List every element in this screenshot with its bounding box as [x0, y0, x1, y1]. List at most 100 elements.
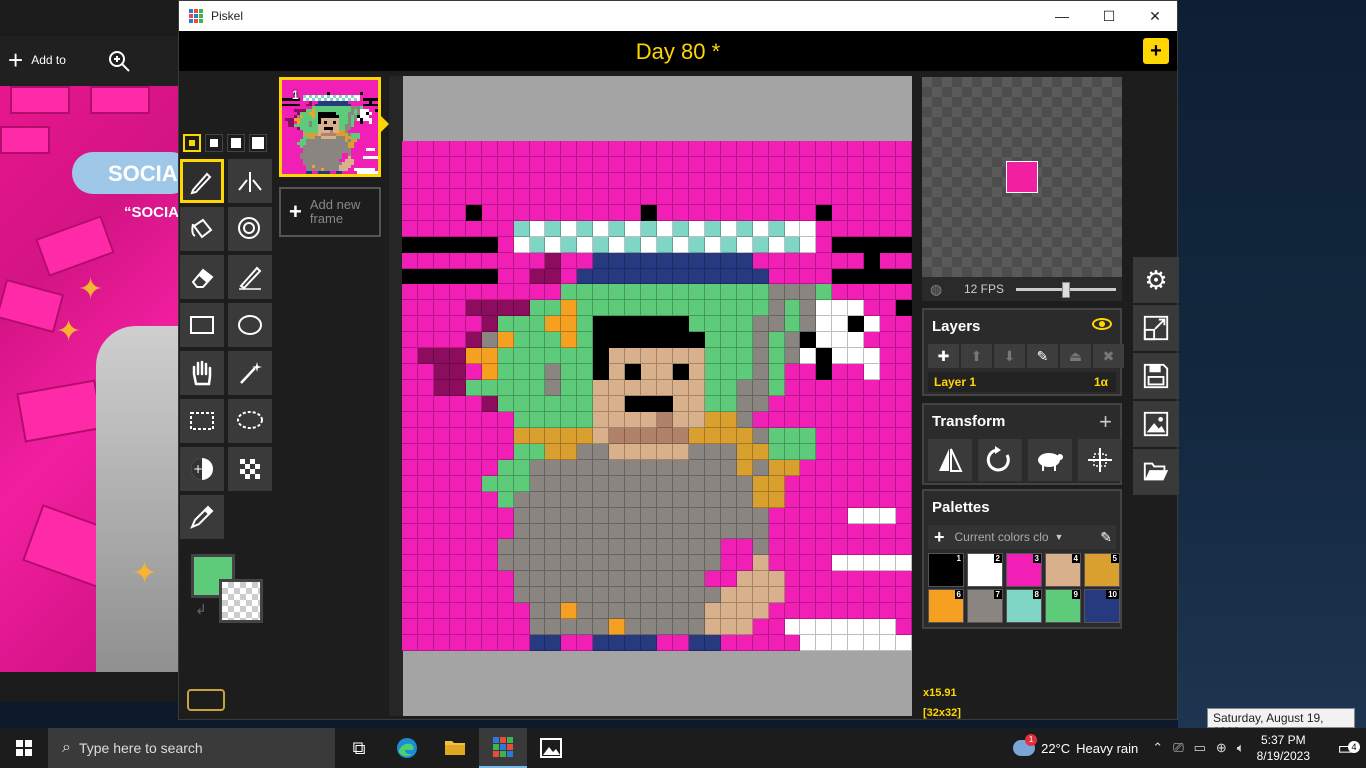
- swap-colors-icon[interactable]: ↲: [195, 601, 207, 618]
- frame-thumbnail[interactable]: 1: [279, 77, 381, 177]
- volume-icon[interactable]: 🔈︎: [1237, 740, 1245, 756]
- palette-swatch[interactable]: 7: [967, 589, 1003, 623]
- palette-swatch[interactable]: 8: [1006, 589, 1042, 623]
- lighten-tool[interactable]: +: [180, 447, 224, 491]
- center-button[interactable]: [1078, 439, 1122, 481]
- folder-open-icon: [1143, 462, 1169, 481]
- start-button[interactable]: [0, 728, 48, 768]
- edge-button[interactable]: [383, 728, 431, 768]
- pen-size-3[interactable]: [227, 134, 245, 152]
- battery-icon[interactable]: ▭: [1194, 740, 1206, 756]
- palette-swatch[interactable]: 6: [928, 589, 964, 623]
- palette-swatch[interactable]: 4: [1045, 553, 1081, 587]
- pen-size-1[interactable]: [183, 134, 201, 152]
- network-icon[interactable]: ⊕: [1216, 740, 1227, 756]
- rectangle-tool[interactable]: [180, 303, 224, 347]
- edit-palette-icon[interactable]: ✎: [1100, 529, 1112, 546]
- rename-layer-button[interactable]: ✎: [1027, 344, 1058, 368]
- fps-slider[interactable]: [1016, 282, 1116, 298]
- eye-icon[interactable]: [1092, 318, 1112, 330]
- stroke-tool[interactable]: [228, 255, 272, 299]
- animation-preview[interactable]: ◍ 12 FPS: [922, 77, 1122, 301]
- palette-swatch[interactable]: 1: [928, 553, 964, 587]
- move-tool[interactable]: [180, 351, 224, 395]
- minimize-button[interactable]: —: [1039, 1, 1085, 31]
- pixel-canvas[interactable]: [402, 141, 912, 651]
- merge-layer-button[interactable]: ⏏: [1060, 344, 1091, 368]
- palette-swatch[interactable]: 5: [1084, 553, 1120, 587]
- pen-tool[interactable]: [180, 159, 224, 203]
- fps-slider-knob[interactable]: [1062, 282, 1070, 298]
- palette-swatch-number: 8: [1032, 590, 1041, 599]
- palette-selector[interactable]: + Current colors clo ▼ ✎: [928, 525, 1116, 549]
- notifications-button[interactable]: ▭ 4: [1326, 738, 1366, 759]
- settings-button[interactable]: ⚙: [1133, 257, 1179, 303]
- taskbar-search[interactable]: ⌕ Type here to search: [48, 728, 335, 768]
- file-explorer-button[interactable]: [431, 728, 479, 768]
- document-title[interactable]: Day 80 *: [179, 39, 1177, 65]
- flip-button[interactable]: [928, 439, 972, 481]
- maximize-button[interactable]: ☐: [1086, 1, 1132, 31]
- chevron-up-icon[interactable]: ⌃: [1152, 740, 1163, 756]
- palette-swatch-number: 5: [1110, 554, 1119, 563]
- palette-swatch-number: 3: [1032, 554, 1041, 563]
- piskel-taskbar-button[interactable]: [479, 728, 527, 768]
- paint-bucket-tool[interactable]: [180, 207, 224, 251]
- new-sprite-button[interactable]: +: [1143, 38, 1169, 64]
- lasso-select-tool[interactable]: [228, 399, 272, 443]
- camera-icon[interactable]: ⎚: [1173, 740, 1183, 756]
- keyboard-shortcuts-icon[interactable]: [187, 689, 225, 711]
- layer-opacity[interactable]: 1α: [1094, 375, 1108, 389]
- resize-icon: [1143, 315, 1169, 341]
- pen-size-2[interactable]: [205, 134, 223, 152]
- chevron-down-icon: ▼: [1054, 532, 1064, 542]
- weather-widget[interactable]: 1 22°C Heavy rain: [1013, 734, 1138, 756]
- clone-button[interactable]: [1028, 439, 1072, 481]
- save-button[interactable]: [1133, 353, 1179, 399]
- rectangle-select-tool[interactable]: [180, 399, 224, 443]
- weather-temperature: 22°C: [1041, 740, 1071, 756]
- palettes-panel: Palettes + Current colors clo ▼ ✎ 1 2 3 4 5 6…: [922, 489, 1122, 629]
- delete-layer-button[interactable]: ✖: [1093, 344, 1124, 368]
- pencil-icon: [190, 172, 212, 195]
- add-palette-icon[interactable]: +: [934, 527, 945, 548]
- eraser-tool[interactable]: [180, 255, 224, 299]
- rotate-button[interactable]: [978, 439, 1022, 481]
- close-button[interactable]: ✕: [1132, 1, 1178, 31]
- palette-swatch[interactable]: 10: [1084, 589, 1120, 623]
- circle-tool[interactable]: [228, 303, 272, 347]
- sheep-icon: [1038, 453, 1063, 471]
- palette-swatch[interactable]: 3: [1006, 553, 1042, 587]
- transform-title: Transform: [932, 413, 1006, 430]
- zoom-in-icon[interactable]: [108, 50, 130, 72]
- vertical-mirror-pen-tool[interactable]: [228, 159, 272, 203]
- move-layer-down-button[interactable]: ⬇: [994, 344, 1025, 368]
- add-new-frame-button[interactable]: + Add new frame: [279, 187, 381, 237]
- resize-button[interactable]: [1133, 305, 1179, 351]
- mirror-pen-icon: [238, 172, 262, 192]
- open-button[interactable]: [1133, 449, 1179, 495]
- color-picker-tool[interactable]: [180, 495, 224, 539]
- palette-swatch[interactable]: 9: [1045, 589, 1081, 623]
- title-bar[interactable]: Piskel — ☐ ✕: [179, 1, 1177, 31]
- layer-row[interactable]: Layer 1 1α: [928, 372, 1116, 392]
- move-layer-up-button[interactable]: ⬆: [961, 344, 992, 368]
- export-button[interactable]: [1133, 401, 1179, 447]
- dithering-tool[interactable]: [228, 447, 272, 491]
- clock-date: 8/19/2023: [1256, 749, 1310, 763]
- pen-size-4[interactable]: [249, 134, 267, 152]
- photos-button[interactable]: [527, 728, 575, 768]
- transform-expand-icon[interactable]: +: [1099, 409, 1112, 435]
- palette-swatch[interactable]: 2: [967, 553, 1003, 587]
- edge-icon: [397, 738, 417, 758]
- piskel-window[interactable]: Piskel — ☐ ✕ Day 80 * + + ↲ 1 + Add new …: [178, 0, 1179, 720]
- task-view-button[interactable]: ⧉: [335, 728, 383, 768]
- secondary-color-swatch[interactable]: [219, 579, 263, 623]
- clock[interactable]: 5:37 PM 8/19/2023: [1257, 732, 1310, 764]
- magic-wand-tool[interactable]: [228, 351, 272, 395]
- onion-skin-icon[interactable]: ◍: [930, 281, 942, 298]
- add-layer-button[interactable]: ✚: [928, 344, 959, 368]
- add-to-button[interactable]: + Add to: [8, 47, 66, 73]
- paint-same-pixels-tool[interactable]: [228, 207, 272, 251]
- background-app-window[interactable]: + Add to SOCIAL “SOCIAL ✦ ✦ ✦: [0, 0, 180, 702]
